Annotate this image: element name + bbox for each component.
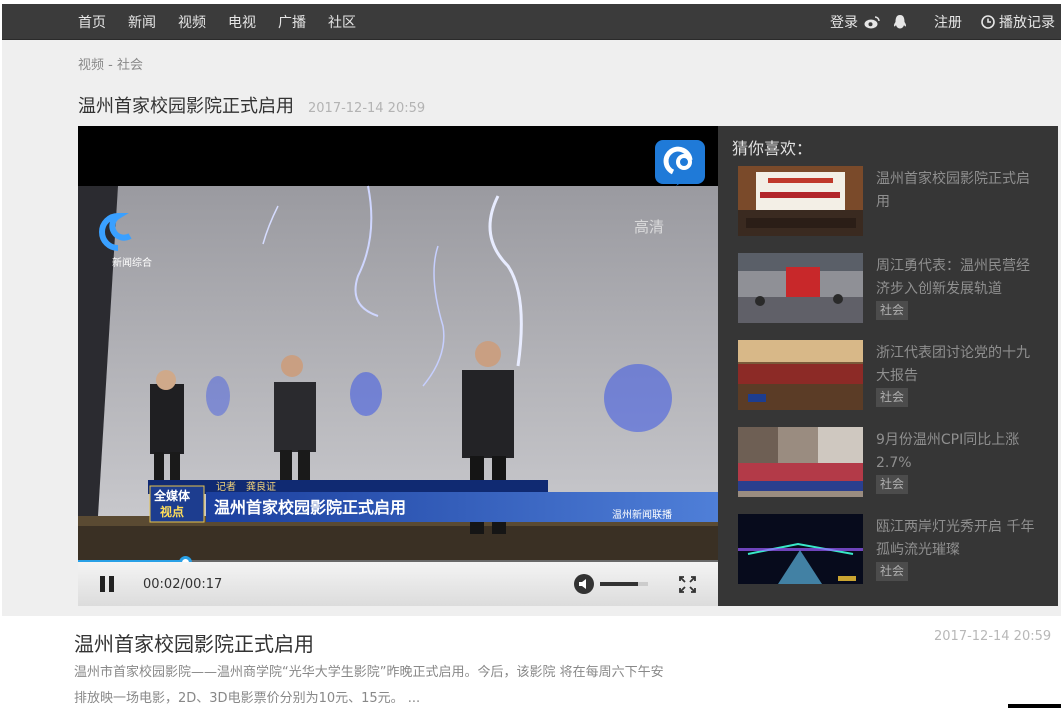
- video-date: 2017-12-14 20:59: [308, 101, 426, 116]
- breadcrumb-video[interactable]: 视频: [78, 58, 104, 73]
- program-name-text: 温州新闻联播: [612, 508, 672, 521]
- article-description-line: 温州市首家校园影院——温州商学院“光华大学生影院”昨晚正式启用。今后，该影院 将…: [74, 665, 664, 680]
- recommendation-title[interactable]: 浙江代表团讨论党的十九大报告: [876, 342, 1036, 388]
- recommendation-title[interactable]: 周江勇代表：温州民营经济步入创新发展轨道: [876, 255, 1036, 301]
- recommendation-item[interactable]: 9月份温州CPI同比上涨2.7% 社会: [738, 427, 1053, 499]
- video-frame[interactable]: 新闻综合 高清 记者 龚良证 全媒体 视点 温州首家校园影院正式启用 温州新闻联…: [78, 126, 718, 562]
- breadcrumb-separator: -: [104, 58, 117, 73]
- sidebar-heading: 猜你喜欢：: [732, 139, 813, 158]
- channel-name-text: 新闻综合: [112, 256, 152, 269]
- nav-home[interactable]: 首页: [78, 12, 106, 32]
- recommendation-item[interactable]: 浙江代表团讨论党的十九大报告 社会: [738, 340, 1053, 412]
- penguin-icon[interactable]: [892, 14, 908, 30]
- article-description-line: 排放映一场电影，2D、3D电影票价分别为10元、15元。 ...: [74, 691, 421, 706]
- recommendation-item[interactable]: 周江勇代表：温州民营经济步入创新发展轨道 社会: [738, 253, 1053, 325]
- recommendation-tag: 社会: [876, 388, 909, 407]
- login-link[interactable]: 登录: [830, 12, 858, 32]
- pause-icon: [100, 576, 105, 592]
- nav-tv[interactable]: 电视: [228, 12, 256, 32]
- nav-video[interactable]: 视频: [178, 12, 206, 32]
- nav-radio[interactable]: 广播: [278, 12, 306, 32]
- breadcrumb: 视频 - 社会: [78, 54, 143, 73]
- fullscreen-icon[interactable]: [679, 576, 696, 593]
- corner-bar: [1008, 704, 1061, 708]
- recommendation-item[interactable]: 瓯江两岸灯光秀开启 千年孤屿流光璀璨 社会: [738, 514, 1053, 586]
- weibo-icon[interactable]: [864, 14, 880, 30]
- recommendation-thumbnail[interactable]: [738, 514, 863, 584]
- pause-button[interactable]: [98, 576, 116, 594]
- breadcrumb-society[interactable]: 社会: [117, 58, 143, 73]
- recommendation-title[interactable]: 瓯江两岸灯光秀开启 千年孤屿流光璀璨: [876, 516, 1036, 562]
- media-badge-line1: 全媒体: [153, 488, 191, 503]
- hd-label-text: 高清: [634, 218, 664, 236]
- recommendation-sidebar: 猜你喜欢： 温州首家校园影院正式启用 周江勇代表：温州民营经济步入创新发展轨道 …: [718, 126, 1058, 606]
- recommendation-thumbnail[interactable]: [738, 253, 863, 323]
- video-player[interactable]: 新闻综合 高清 记者 龚良证 全媒体 视点 温州首家校园影院正式启用 温州新闻联…: [78, 126, 718, 606]
- top-navigation-bar: 首页 新闻 视频 电视 广播 社区 登录 注册 播放记录: [2, 4, 1061, 40]
- time-readout: 00:02/00:17: [143, 577, 223, 592]
- article-title: 温州首家校园影院正式启用: [74, 632, 314, 656]
- video-header: 温州首家校园影院正式启用 2017-12-14 20:59: [78, 92, 425, 118]
- pause-icon-bar: [109, 576, 114, 592]
- recommendation-tag: 社会: [876, 301, 909, 320]
- caption-text: 温州首家校园影院正式启用: [213, 498, 406, 517]
- nav-news[interactable]: 新闻: [128, 12, 156, 32]
- recommendation-title[interactable]: 温州首家校园影院正式启用: [876, 168, 1036, 214]
- volume-slider[interactable]: [600, 582, 648, 586]
- recommendation-thumbnail[interactable]: [738, 166, 863, 236]
- recommendation-title[interactable]: 9月份温州CPI同比上涨2.7%: [876, 429, 1036, 475]
- recommendation-thumbnail[interactable]: [738, 340, 863, 410]
- recommendation-thumbnail[interactable]: [738, 427, 863, 497]
- player-controls: 00:02/00:17: [78, 562, 718, 606]
- video-title: 温州首家校园影院正式启用: [78, 96, 294, 117]
- clock-icon: [980, 14, 996, 30]
- nav-community[interactable]: 社区: [328, 12, 356, 32]
- volume-icon[interactable]: [574, 574, 594, 594]
- register-link[interactable]: 注册: [934, 12, 962, 32]
- main-nav: 首页 新闻 视频 电视 广播 社区: [78, 4, 378, 40]
- volume-level: [600, 582, 639, 586]
- user-actions: 登录 注册 播放记录: [830, 4, 1055, 40]
- article-description: 温州市首家校园影院——温州商学院“光华大学生影院”昨晚正式启用。今后，该影院 将…: [74, 660, 754, 712]
- media-badge-line2: 视点: [160, 504, 184, 519]
- recommendation-tag: 社会: [876, 475, 909, 494]
- play-history-link[interactable]: 播放记录: [999, 12, 1055, 32]
- recommendation-tag: 社会: [876, 562, 909, 581]
- reporter-text: 记者 龚良证: [216, 480, 276, 493]
- article-date: 2017-12-14 20:59: [934, 629, 1052, 644]
- recommendation-item[interactable]: 温州首家校园影院正式启用: [738, 166, 1053, 238]
